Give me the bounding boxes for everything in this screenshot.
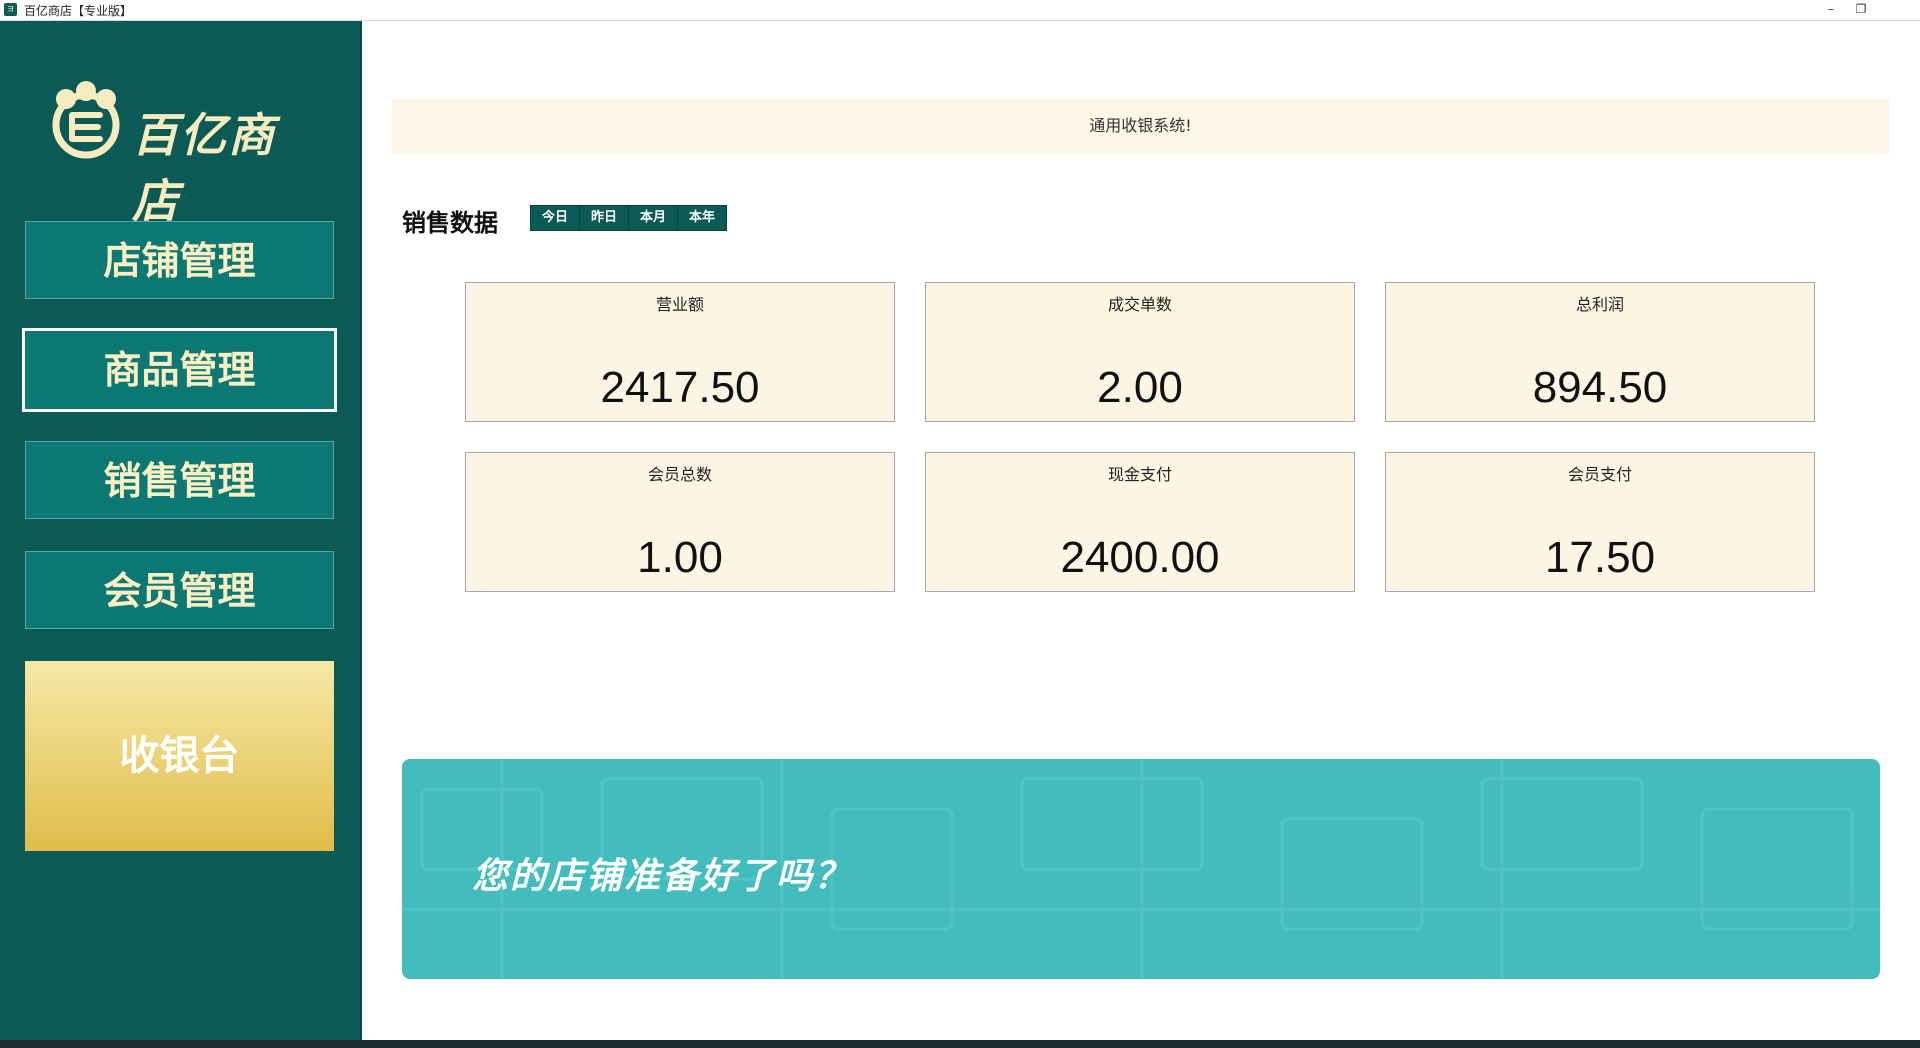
nav-store-management[interactable]: 店铺管理 xyxy=(25,221,334,299)
stat-value: 2417.50 xyxy=(600,363,760,412)
stat-label: 营业额 xyxy=(655,295,704,314)
nav-sales-management[interactable]: 销售管理 xyxy=(25,441,334,519)
stat-card-member-payment: 会员支付 17.50 xyxy=(1385,452,1815,592)
stat-value: 2400.00 xyxy=(1060,533,1220,582)
minimize-button[interactable]: – xyxy=(1818,0,1844,20)
sidebar: 百亿商店 店铺管理 商品管理 销售管理 会员管理 收银台 xyxy=(0,21,362,1040)
nav-product-management[interactable]: 商品管理 xyxy=(22,328,337,412)
store-logo-icon xyxy=(52,81,120,159)
stat-card-revenue: 营业额 2417.50 xyxy=(465,282,895,422)
stat-label: 会员支付 xyxy=(1567,465,1632,484)
tab-yesterday[interactable]: 昨日 xyxy=(580,206,629,230)
banner-text: 您的店铺准备好了吗？ xyxy=(472,856,853,897)
stat-label: 现金支付 xyxy=(1107,465,1172,484)
taskbar-strip xyxy=(0,1040,1920,1048)
nav-member-management[interactable]: 会员管理 xyxy=(25,551,334,629)
notice-bar: 通用收银系统! xyxy=(392,98,1889,154)
store-logo: 百亿商店 xyxy=(50,81,310,228)
window-title: 百亿商店【专业版】 xyxy=(24,4,133,18)
tab-this-month[interactable]: 本月 xyxy=(629,206,678,230)
cashier-button[interactable]: 收银台 xyxy=(25,661,334,851)
stat-card-total-profit: 总利润 894.50 xyxy=(1385,282,1815,422)
tab-this-year[interactable]: 本年 xyxy=(678,206,726,230)
store-name: 百亿商店 xyxy=(132,108,276,228)
restore-button[interactable]: ❐ xyxy=(1848,0,1874,20)
period-tabs: 今日 昨日 本月 本年 xyxy=(530,205,727,231)
stat-value: 17.50 xyxy=(1544,533,1656,582)
stat-value: 2.00 xyxy=(1097,363,1183,412)
stat-value: 894.50 xyxy=(1532,363,1668,412)
window-titlebar: ョ 百亿商店【专业版】 – ❐ xyxy=(0,0,1920,21)
stat-value: 1.00 xyxy=(637,533,723,582)
stat-label: 会员总数 xyxy=(647,465,712,484)
stat-card-cash-payment: 现金支付 2400.00 xyxy=(925,452,1355,592)
tab-today[interactable]: 今日 xyxy=(531,206,580,230)
stat-label: 总利润 xyxy=(1575,295,1624,314)
stat-card-order-count: 成交单数 2.00 xyxy=(925,282,1355,422)
stat-card-member-total: 会员总数 1.00 xyxy=(465,452,895,592)
app-logo-icon: ョ xyxy=(4,3,17,16)
promo-banner: 您的店铺准备好了吗？ xyxy=(402,759,1880,979)
sales-data-title: 销售数据 xyxy=(402,209,498,237)
stat-label: 成交单数 xyxy=(1107,295,1172,314)
